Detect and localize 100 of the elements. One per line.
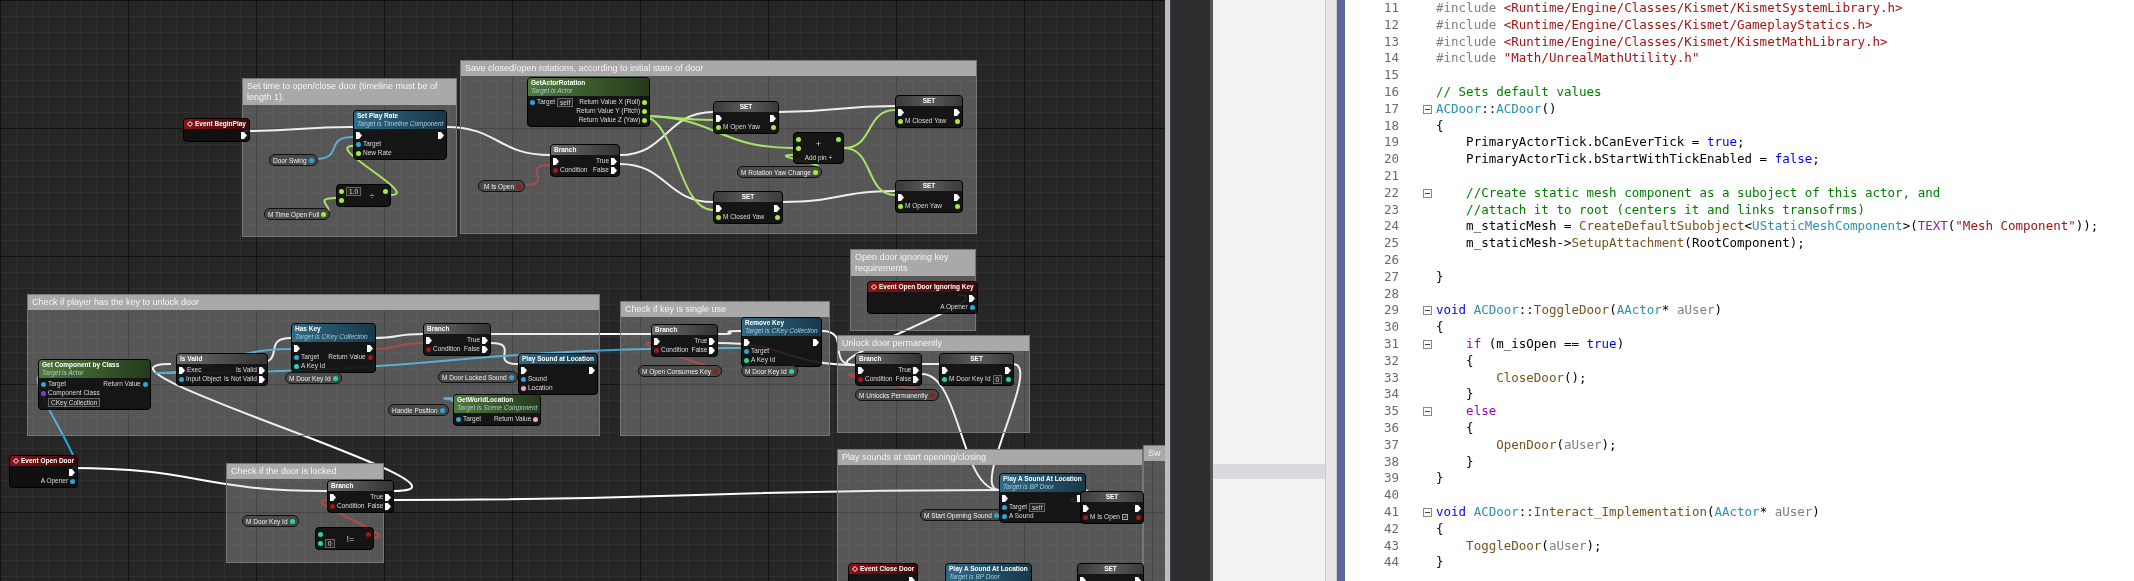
exec-pin-icon[interactable] xyxy=(744,338,750,346)
pin-icon[interactable] xyxy=(642,108,648,114)
exec-pin-icon[interactable] xyxy=(909,576,916,581)
operator-symbol: != xyxy=(346,533,355,544)
exec-pin-icon[interactable] xyxy=(521,366,527,374)
exec-pin-icon[interactable] xyxy=(954,108,960,116)
pin-icon[interactable] xyxy=(1002,513,1007,519)
pin-icon[interactable] xyxy=(456,416,461,422)
exec-pin-icon[interactable] xyxy=(240,131,247,139)
exec-pin-icon[interactable] xyxy=(438,131,445,139)
comment-title: Play sounds at start opening/closing xyxy=(838,450,1142,465)
line-number: 11 xyxy=(1382,0,1399,17)
pin-icon[interactable] xyxy=(969,304,975,310)
collapse-icon[interactable] xyxy=(1423,507,1432,517)
exec-pin-icon[interactable] xyxy=(1080,576,1086,581)
code-line: } xyxy=(1436,470,1444,488)
exec-pin-icon[interactable] xyxy=(1135,504,1141,512)
pin-icon[interactable] xyxy=(179,376,184,382)
pin-icon[interactable] xyxy=(771,124,776,130)
exec-pin-icon[interactable] xyxy=(553,157,559,165)
pin-icon[interactable] xyxy=(642,99,648,105)
collapse-icon[interactable] xyxy=(1423,104,1432,114)
exec-pin-icon[interactable] xyxy=(258,375,265,383)
pin-icon[interactable] xyxy=(796,136,801,142)
pin-icon[interactable] xyxy=(142,381,148,387)
pin-icon[interactable] xyxy=(321,211,327,217)
exec-pin-icon[interactable] xyxy=(1135,576,1141,581)
exec-pin-icon[interactable] xyxy=(954,193,960,201)
exec-pin-icon[interactable] xyxy=(709,346,716,354)
wire xyxy=(524,164,551,186)
pin-icon[interactable] xyxy=(716,214,721,220)
exec-pin-icon[interactable] xyxy=(913,366,920,374)
exec-pin-icon[interactable] xyxy=(330,493,336,501)
exec-pin-icon[interactable] xyxy=(942,366,948,374)
pin-icon[interactable] xyxy=(41,381,46,387)
exec-pin-icon[interactable] xyxy=(654,337,660,345)
pin-icon[interactable] xyxy=(775,214,780,220)
pin-icon[interactable] xyxy=(530,99,535,105)
exec-pin-icon[interactable] xyxy=(69,468,76,476)
exec-pin-icon[interactable] xyxy=(1005,366,1012,374)
pin-icon[interactable] xyxy=(796,145,801,151)
exec-pin-icon[interactable] xyxy=(858,366,864,374)
pin-icon[interactable] xyxy=(318,540,323,546)
collapse-icon[interactable] xyxy=(1423,407,1432,416)
exec-pin-icon[interactable] xyxy=(482,345,488,353)
exec-pin-icon[interactable] xyxy=(356,131,362,139)
exec-pin-icon[interactable] xyxy=(1002,494,1008,502)
pin-icon[interactable] xyxy=(836,136,841,142)
pin-icon[interactable] xyxy=(744,357,749,363)
pin-icon[interactable] xyxy=(318,531,323,537)
line-number: 38 xyxy=(1382,453,1399,471)
exec-pin-icon[interactable] xyxy=(258,366,265,374)
collapse-icon[interactable] xyxy=(1423,339,1432,349)
pin-icon[interactable] xyxy=(294,354,299,360)
exec-pin-icon[interactable] xyxy=(482,336,488,344)
exec-pin-icon[interactable] xyxy=(770,114,776,122)
exec-pin-icon[interactable] xyxy=(709,337,716,345)
exec-pin-icon[interactable] xyxy=(366,344,373,352)
exec-pin-icon[interactable] xyxy=(898,108,904,116)
exec-pin-icon[interactable] xyxy=(426,336,432,344)
pin-icon[interactable] xyxy=(356,141,361,147)
exec-pin-icon[interactable] xyxy=(774,204,780,212)
pin-icon[interactable] xyxy=(716,124,721,130)
exec-pin-icon[interactable] xyxy=(588,366,595,374)
pin-icon[interactable] xyxy=(955,203,960,209)
pin-icon[interactable] xyxy=(339,188,344,194)
pin-icon[interactable] xyxy=(339,197,344,203)
exec-pin-icon[interactable] xyxy=(716,204,722,212)
exec-pin-icon[interactable] xyxy=(968,294,975,302)
pin-icon[interactable] xyxy=(294,363,299,369)
exec-pin-icon[interactable] xyxy=(611,166,617,174)
exec-pin-icon[interactable] xyxy=(913,375,920,383)
exec-pin-icon[interactable] xyxy=(294,344,300,352)
pin-icon[interactable] xyxy=(955,118,960,124)
pin-icon[interactable] xyxy=(533,416,539,422)
pin-icon[interactable] xyxy=(356,150,361,156)
line-number: 21 xyxy=(1382,167,1399,185)
pin-icon[interactable] xyxy=(744,348,749,354)
pin-icon[interactable] xyxy=(898,203,903,209)
blueprint-graph[interactable] xyxy=(0,0,1165,581)
pin-icon[interactable] xyxy=(383,188,388,194)
pin-icon[interactable] xyxy=(812,169,818,175)
pin-icon[interactable] xyxy=(521,376,526,382)
exec-pin-icon[interactable] xyxy=(813,338,819,346)
collapse-icon[interactable] xyxy=(1423,188,1432,198)
pin-icon[interactable] xyxy=(70,478,76,484)
pin-icon[interactable] xyxy=(898,118,903,124)
checkbox[interactable] xyxy=(1122,514,1128,520)
exec-pin-icon[interactable] xyxy=(1083,504,1089,512)
exec-pin-icon[interactable] xyxy=(611,157,617,165)
exec-pin-icon[interactable] xyxy=(716,114,722,122)
pin-icon[interactable] xyxy=(1002,504,1007,510)
exec-pin-icon[interactable] xyxy=(898,193,904,201)
collapse-icon[interactable] xyxy=(1423,306,1432,316)
event-diamond-icon xyxy=(13,458,19,464)
pin-icon[interactable] xyxy=(942,376,947,382)
pin-icon[interactable] xyxy=(521,385,526,391)
exec-pin-icon[interactable] xyxy=(179,366,185,374)
pin-icon[interactable] xyxy=(1006,376,1012,382)
pin-icon[interactable] xyxy=(642,117,648,123)
